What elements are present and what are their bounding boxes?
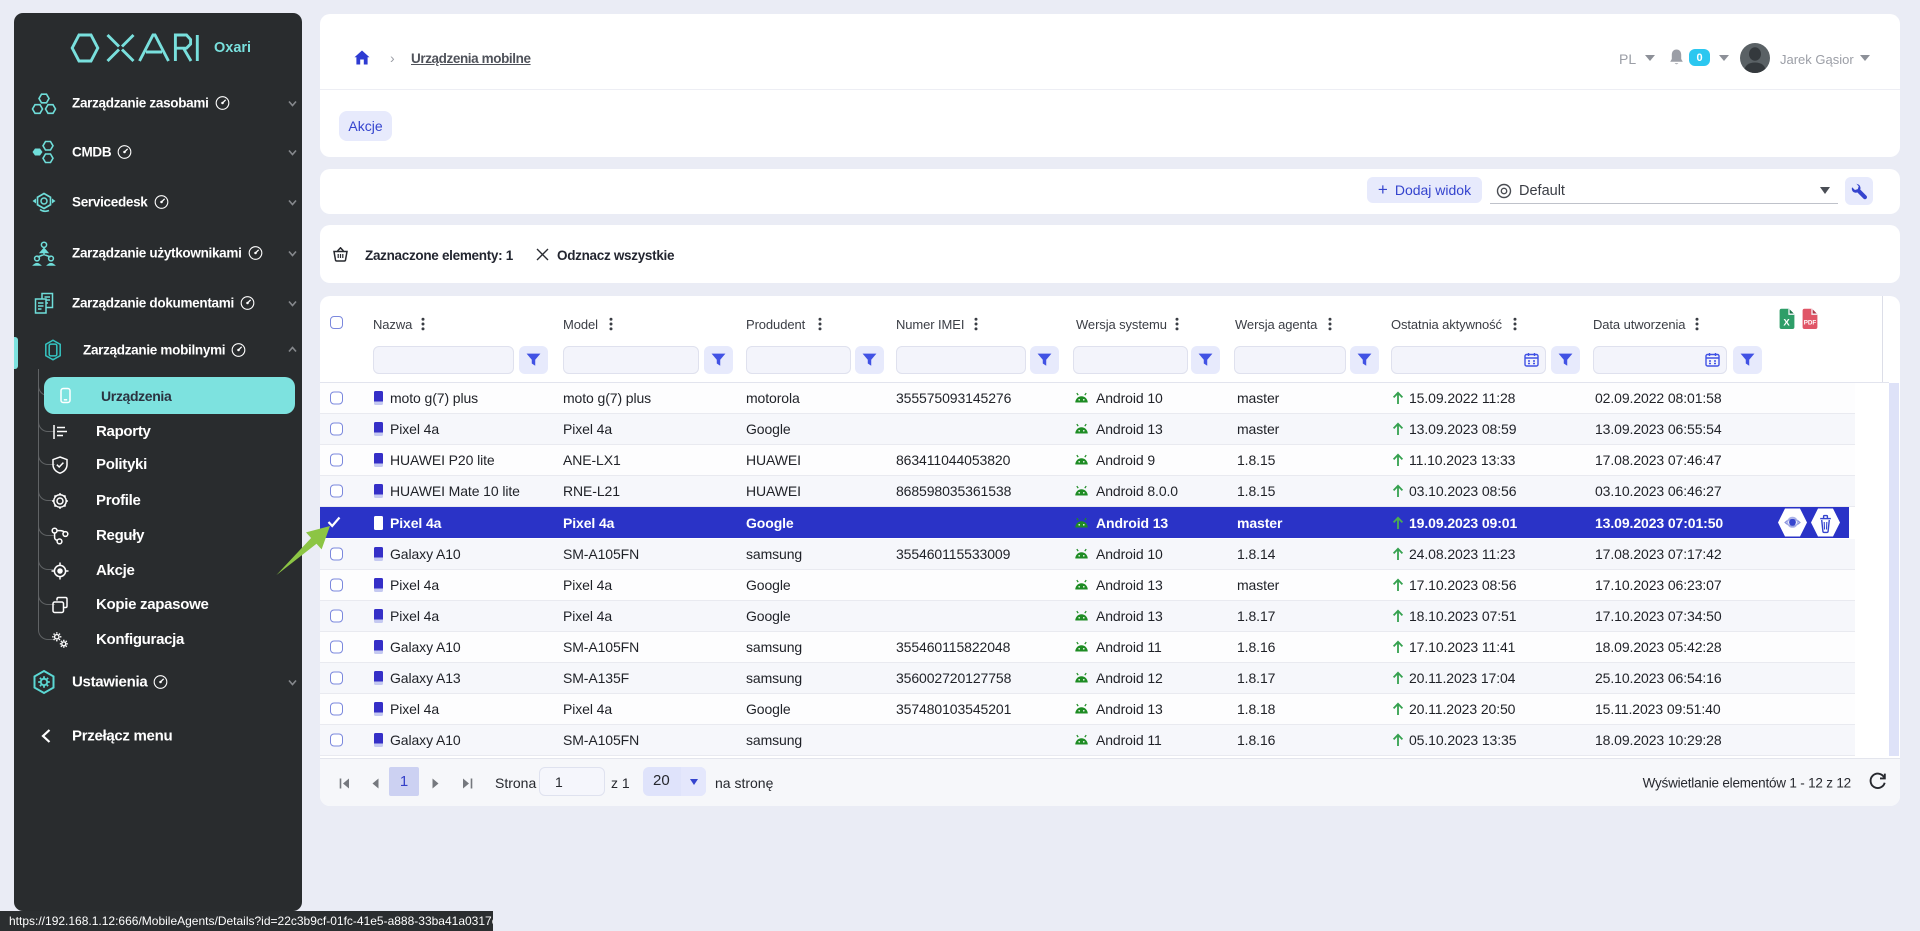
svg-text:PDF: PDF — [1804, 320, 1817, 327]
svg-text:X: X — [1783, 317, 1790, 328]
